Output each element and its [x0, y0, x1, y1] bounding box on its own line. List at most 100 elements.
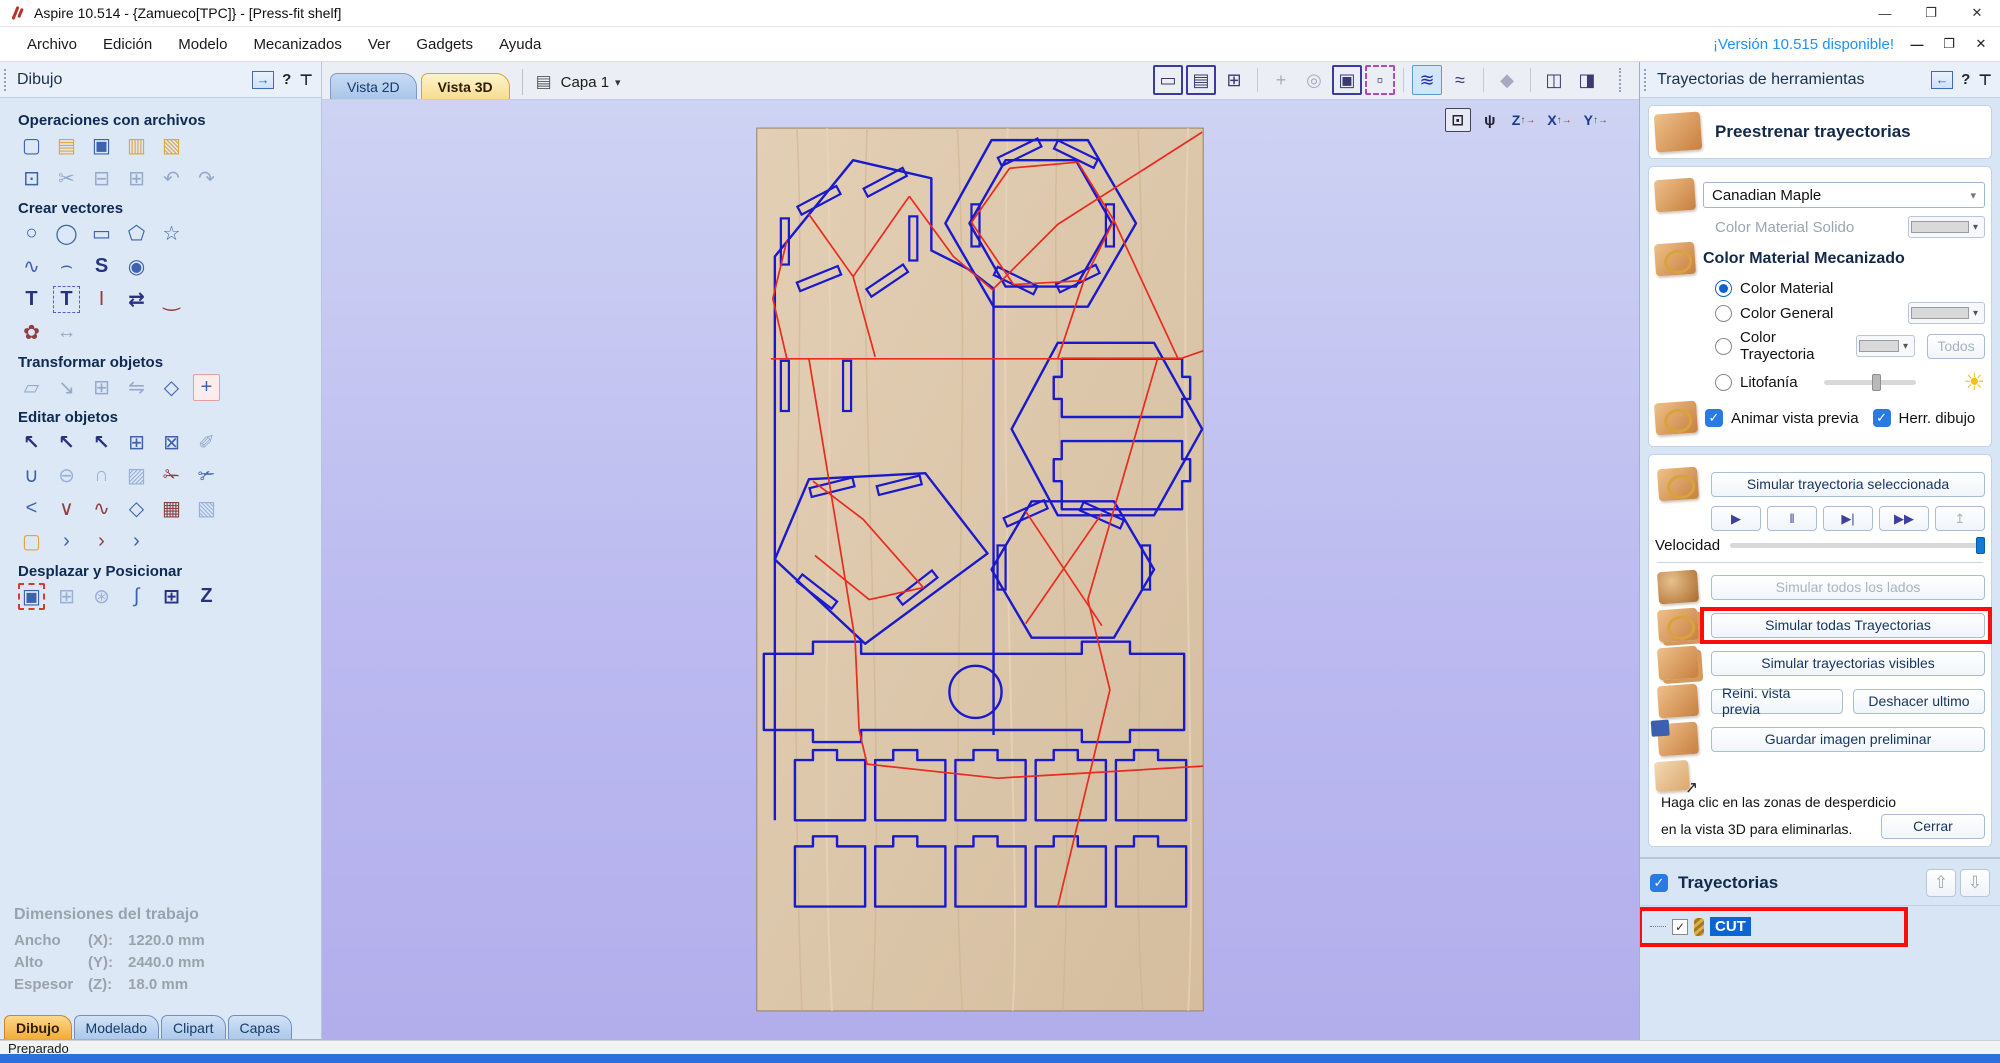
export-vectors-icon[interactable]: ▧: [158, 132, 185, 159]
restore-button[interactable]: ❐: [1908, 0, 1954, 26]
menu-ver[interactable]: Ver: [355, 32, 404, 57]
zoom-window-icon[interactable]: ▣: [1332, 65, 1362, 95]
crop-bitmap-icon[interactable]: ▧: [193, 495, 220, 522]
material-select[interactable]: Canadian Maple ▾: [1703, 182, 1985, 208]
iso-view-icon[interactable]: ψ: [1477, 108, 1503, 132]
simulate-all-sides-button[interactable]: Simular todos los lados: [1711, 574, 1985, 600]
join-vectors-icon[interactable]: ›: [53, 528, 80, 555]
view-along-x-icon[interactable]: X ↑ →: [1544, 108, 1574, 132]
menu-mecanizados[interactable]: Mecanizados: [240, 32, 354, 57]
radio-color-general[interactable]: [1715, 304, 1732, 322]
mdi-close-button[interactable]: ✕: [1972, 36, 1990, 52]
lithophane-slider[interactable]: [1823, 374, 1916, 391]
help-icon[interactable]: ?: [1961, 71, 1970, 88]
run-to-end-button[interactable]: ▶▶: [1879, 506, 1929, 531]
save-file-icon[interactable]: ▣: [88, 132, 115, 159]
join-smooth-icon[interactable]: ›: [123, 528, 150, 555]
menu-edicion[interactable]: Edición: [90, 32, 165, 57]
draw-ellipse-icon[interactable]: ◯: [53, 220, 80, 247]
copy-along-curve-icon[interactable]: ∫: [123, 583, 150, 610]
align-objects-icon[interactable]: ⊞: [88, 374, 115, 401]
tab-capas[interactable]: Capas: [227, 1015, 292, 1039]
layer-selector[interactable]: ▤ Capa 1 ▾: [533, 71, 621, 93]
draw-curve-icon[interactable]: S: [88, 253, 115, 280]
toggle-vectors-icon[interactable]: ≈: [1445, 65, 1475, 95]
draw-text-icon[interactable]: T: [18, 286, 45, 313]
animate-preview-checkbox[interactable]: ✓: [1705, 409, 1723, 427]
close-preview-button[interactable]: Cerrar: [1881, 813, 1985, 839]
move-down-button[interactable]: ⇩: [1960, 868, 1990, 897]
auto-hide-icon[interactable]: ←: [1931, 70, 1954, 89]
join-move-icon[interactable]: ›: [88, 528, 115, 555]
draw-rectangle-icon[interactable]: ▭: [88, 220, 115, 247]
undo-last-button[interactable]: Deshacer ultimo: [1853, 688, 1985, 714]
slider-thumb[interactable]: [1871, 374, 1881, 391]
redo-icon[interactable]: ↷: [193, 165, 220, 192]
draw-circle-icon[interactable]: ○: [18, 220, 45, 247]
tab-modelado[interactable]: Modelado: [73, 1015, 160, 1039]
undo-icon[interactable]: ↶: [158, 165, 185, 192]
radio-color-material[interactable]: [1715, 280, 1732, 297]
fillet-tool-icon[interactable]: <: [18, 495, 45, 522]
pause-button[interactable]: ‖: [1767, 506, 1817, 531]
trim-vectors-icon[interactable]: ✁: [158, 462, 185, 489]
version-update-link[interactable]: ¡Versión 10.515 disponible!: [1713, 36, 1894, 53]
toolpath-item-cut[interactable]: ✓ CUT: [1640, 906, 1908, 947]
toggle-3d-model-icon[interactable]: ◆: [1492, 65, 1522, 95]
view-along-z-icon[interactable]: Z ↑ →: [1509, 108, 1539, 132]
toggle-shading-icon[interactable]: ≋: [1412, 65, 1442, 95]
hatch-fill-icon[interactable]: ▨: [123, 462, 150, 489]
dimension-icon[interactable]: ↔: [53, 319, 80, 346]
toolpath-cut-checkbox[interactable]: ✓: [1672, 918, 1688, 935]
fit-view-icon[interactable]: ⊡: [1444, 108, 1471, 132]
knife-tool-icon[interactable]: ✃: [193, 462, 220, 489]
open-file-icon[interactable]: ▤: [53, 132, 80, 159]
smooth-polyline-icon[interactable]: ∿: [88, 495, 115, 522]
menu-gadgets[interactable]: Gadgets: [403, 32, 486, 57]
import-vectors-icon[interactable]: ▥: [123, 132, 150, 159]
view-along-y-icon[interactable]: Y ↑ →: [1581, 108, 1611, 132]
general-color-dropdown[interactable]: ▾: [1907, 302, 1985, 324]
distort-object-icon[interactable]: ◇: [158, 374, 185, 401]
preview-toolpaths-button[interactable]: Preestrenar trayectorias: [1648, 105, 1992, 159]
move-objects-icon[interactable]: ▱: [18, 374, 45, 401]
text-on-curve-icon[interactable]: ‿: [158, 286, 185, 313]
reset-preview-button[interactable]: Reini. vista previa: [1711, 685, 1843, 717]
skip-to-start-button[interactable]: ↥: [1935, 506, 1985, 531]
ungroup-objects-icon[interactable]: ⊠: [158, 429, 185, 456]
toolpath-color-dropdown[interactable]: ▾: [1855, 335, 1915, 357]
align-center-icon[interactable]: +: [193, 374, 220, 401]
menu-modelo[interactable]: Modelo: [165, 32, 240, 57]
insert-clipart-icon[interactable]: ✿: [18, 319, 45, 346]
zoom-tool-icon[interactable]: ◎: [1299, 65, 1329, 95]
draw-arc-icon[interactable]: ⌢: [53, 253, 80, 280]
3d-view-canvas[interactable]: ⊡ ψ Z ↑ → X ↑ → Y ↑ →: [322, 100, 1639, 1040]
speed-slider[interactable]: [1730, 537, 1985, 554]
radio-color-toolpath[interactable]: [1715, 337, 1732, 355]
minimize-button[interactable]: —: [1862, 0, 1908, 26]
nesting-icon[interactable]: Z: [193, 583, 220, 610]
draw-tool-checkbox[interactable]: ✓: [1872, 409, 1891, 427]
group-objects-icon[interactable]: ⊞: [123, 429, 150, 456]
close-button[interactable]: ✕: [1954, 0, 2000, 26]
draw-spiral-icon[interactable]: ◉: [123, 253, 150, 280]
weld-vectors-icon[interactable]: ∪: [18, 462, 45, 489]
toolbar-grip[interactable]: [1619, 68, 1625, 92]
material-setup-icon[interactable]: ▤: [1186, 65, 1216, 95]
tab-clipart[interactable]: Clipart: [161, 1015, 226, 1039]
mirror-objects-icon[interactable]: ⇋: [123, 374, 150, 401]
intersect-vectors-icon[interactable]: ∩: [88, 462, 115, 489]
tab-vista-2d[interactable]: Vista 2D: [330, 73, 417, 99]
simulate-all-toolpaths-button[interactable]: Simular todas Trayectorias: [1700, 606, 1992, 644]
menu-archivo[interactable]: Archivo: [14, 32, 90, 57]
new-file-icon[interactable]: ▢: [18, 132, 45, 159]
draw-polygon-icon[interactable]: ⬠: [123, 220, 150, 247]
close-loop-icon[interactable]: ▢: [18, 528, 45, 555]
auto-hide-icon[interactable]: →: [252, 70, 275, 89]
save-preview-button[interactable]: Guardar imagen preliminar: [1711, 726, 1985, 752]
menu-ayuda[interactable]: Ayuda: [486, 32, 554, 57]
node-edit-icon[interactable]: ↖: [53, 429, 80, 456]
close-vector-icon[interactable]: ◇: [123, 495, 150, 522]
text-select-icon[interactable]: I: [88, 286, 115, 313]
mdi-minimize-button[interactable]: —: [1908, 37, 1926, 52]
